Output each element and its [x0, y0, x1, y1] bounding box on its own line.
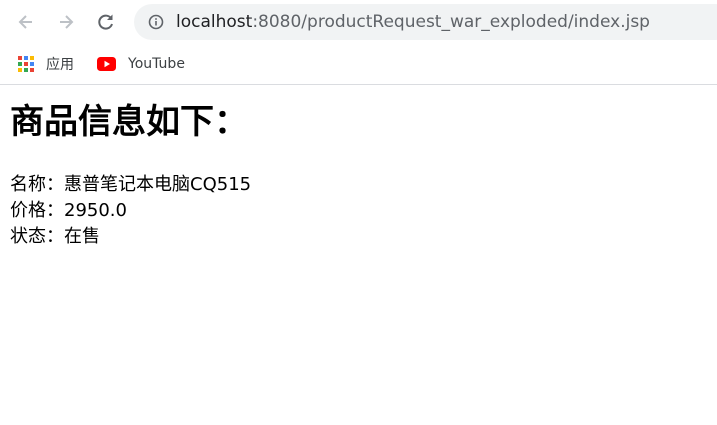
apps-grid-icon [18, 56, 34, 72]
browser-toolbar: localhost:8080/productRequest_war_explod… [0, 0, 717, 44]
arrow-right-icon [60, 15, 74, 29]
url-path: :8080/productRequest_war_exploded/index.… [252, 12, 650, 32]
page-content: 商品信息如下： 名称：惠普笔记本电脑CQ515 价格：2950.0 状态：在售 [0, 99, 717, 250]
page-heading: 商品信息如下： [10, 102, 248, 142]
arrow-left-icon [18, 15, 32, 29]
product-details: 名称：惠普笔记本电脑CQ515 价格：2950.0 状态：在售 [10, 172, 707, 250]
product-price-value: 2950.0 [64, 200, 127, 221]
product-price-line: 价格：2950.0 [10, 198, 707, 224]
product-name-line: 名称：惠普笔记本电脑CQ515 [10, 172, 707, 198]
product-price-label: 价格： [10, 200, 64, 221]
product-name-value: 惠普笔记本电脑CQ515 [64, 174, 252, 195]
info-icon[interactable] [148, 14, 164, 30]
reload-button[interactable] [94, 10, 118, 34]
bookmarks-bar: 应用 YouTube [0, 44, 717, 85]
youtube-icon [97, 57, 116, 71]
url-text[interactable]: localhost:8080/productRequest_war_explod… [176, 11, 650, 33]
forward-button[interactable] [54, 10, 78, 34]
product-status-line: 状态：在售 [10, 224, 707, 250]
bookmark-youtube-label: YouTube [128, 56, 185, 72]
bookmark-apps-label: 应用 [46, 57, 74, 73]
product-status-value: 在售 [64, 226, 100, 247]
url-host: localhost [176, 12, 253, 32]
reload-icon [98, 14, 113, 30]
back-button[interactable] [14, 10, 38, 34]
product-name-label: 名称： [10, 174, 64, 195]
bookmark-apps[interactable]: 应用 [18, 53, 74, 75]
address-bar[interactable]: localhost:8080/productRequest_war_explod… [134, 4, 717, 40]
bookmark-youtube[interactable]: YouTube [97, 53, 185, 75]
product-status-label: 状态： [10, 226, 64, 247]
